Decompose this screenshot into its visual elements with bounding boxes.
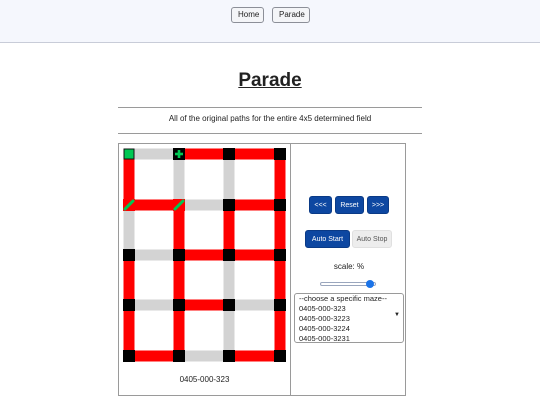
divider-top bbox=[118, 107, 422, 108]
reset-button[interactable]: Reset bbox=[335, 196, 364, 214]
maze-path-segment bbox=[179, 249, 229, 261]
maze-path-segment bbox=[129, 350, 179, 362]
maze-wall-segment bbox=[173, 154, 185, 205]
plus-icon bbox=[177, 150, 181, 158]
maze-option[interactable]: 0405-000-3224 bbox=[295, 324, 403, 334]
maze-panel: 0405-000-323 <<< Reset >>> Auto Start Au… bbox=[118, 143, 406, 396]
maze-wall-segment bbox=[123, 205, 135, 255]
maze-node bbox=[274, 148, 286, 160]
maze-path-segment bbox=[274, 205, 286, 255]
maze-node bbox=[123, 299, 135, 311]
maze-path-segment bbox=[274, 154, 286, 205]
maze-path-segment bbox=[229, 148, 280, 160]
maze-path-segment bbox=[274, 305, 286, 356]
maze-option[interactable]: 0405-000-323 bbox=[295, 304, 403, 314]
maze-option[interactable]: --choose a specific maze-- bbox=[295, 294, 403, 304]
maze-node bbox=[274, 199, 286, 211]
maze-path-segment bbox=[173, 205, 185, 255]
maze-node bbox=[223, 249, 235, 261]
scale-label: scale: % bbox=[333, 262, 365, 271]
maze-path-segment bbox=[123, 305, 135, 356]
maze-node bbox=[123, 350, 135, 362]
maze-node bbox=[223, 199, 235, 211]
maze-path-segment bbox=[123, 255, 135, 305]
maze-option[interactable]: 0405-000-3223 bbox=[295, 314, 403, 324]
maze-wall-segment bbox=[179, 199, 229, 211]
maze-path-segment bbox=[179, 299, 229, 311]
maze-node bbox=[223, 148, 235, 160]
maze-id-label: 0405-000-323 bbox=[179, 375, 230, 384]
maze-path-segment bbox=[223, 205, 235, 255]
scale-slider[interactable] bbox=[320, 280, 376, 288]
start-marker-icon bbox=[123, 148, 135, 160]
maze-node bbox=[274, 249, 286, 261]
maze-path-segment bbox=[229, 350, 280, 362]
scale-slider-thumb[interactable] bbox=[366, 280, 374, 288]
maze-node bbox=[223, 350, 235, 362]
maze-wall-segment bbox=[223, 154, 235, 205]
divider-bottom bbox=[118, 133, 422, 134]
maze-path-segment bbox=[179, 148, 229, 160]
maze-path-segment bbox=[229, 249, 280, 261]
maze-node bbox=[173, 350, 185, 362]
auto-stop-button[interactable]: Auto Stop bbox=[352, 230, 392, 248]
maze-node bbox=[274, 350, 286, 362]
maze-select[interactable]: --choose a specific maze-- 0405-000-323 … bbox=[294, 293, 404, 343]
maze-path-segment bbox=[274, 255, 286, 305]
maze-node bbox=[173, 299, 185, 311]
maze-path-segment bbox=[123, 154, 135, 205]
maze-path-segment bbox=[229, 199, 280, 211]
maze-wall-segment bbox=[129, 299, 179, 311]
previous-maze-button[interactable]: <<< bbox=[309, 196, 332, 214]
page-subtitle: All of the original paths for the entire… bbox=[168, 114, 372, 123]
top-navigation-bar: Home Parade bbox=[0, 0, 540, 43]
maze-node bbox=[123, 249, 135, 261]
dropdown-arrow-icon: ▼ bbox=[394, 312, 400, 318]
maze-option[interactable]: 0405-000-3231 bbox=[295, 334, 403, 342]
page-title: Parade bbox=[238, 70, 302, 91]
maze-node bbox=[173, 249, 185, 261]
maze-wall-segment bbox=[129, 148, 179, 160]
parade-button[interactable]: Parade bbox=[272, 7, 310, 23]
maze-node bbox=[223, 299, 235, 311]
maze-path-segment bbox=[173, 305, 185, 356]
maze-wall-segment bbox=[179, 350, 229, 362]
maze-wall-segment bbox=[229, 299, 280, 311]
home-button[interactable]: Home bbox=[231, 7, 264, 23]
next-maze-button[interactable]: >>> bbox=[367, 196, 389, 214]
maze-path-segment bbox=[129, 199, 179, 211]
maze-node bbox=[274, 299, 286, 311]
maze-wall-segment bbox=[223, 255, 235, 305]
maze-wall-segment bbox=[129, 249, 179, 261]
auto-start-button[interactable]: Auto Start bbox=[305, 230, 350, 248]
maze-grid bbox=[123, 148, 286, 362]
maze-wall-segment bbox=[223, 305, 235, 356]
maze-path-segment bbox=[173, 255, 185, 305]
